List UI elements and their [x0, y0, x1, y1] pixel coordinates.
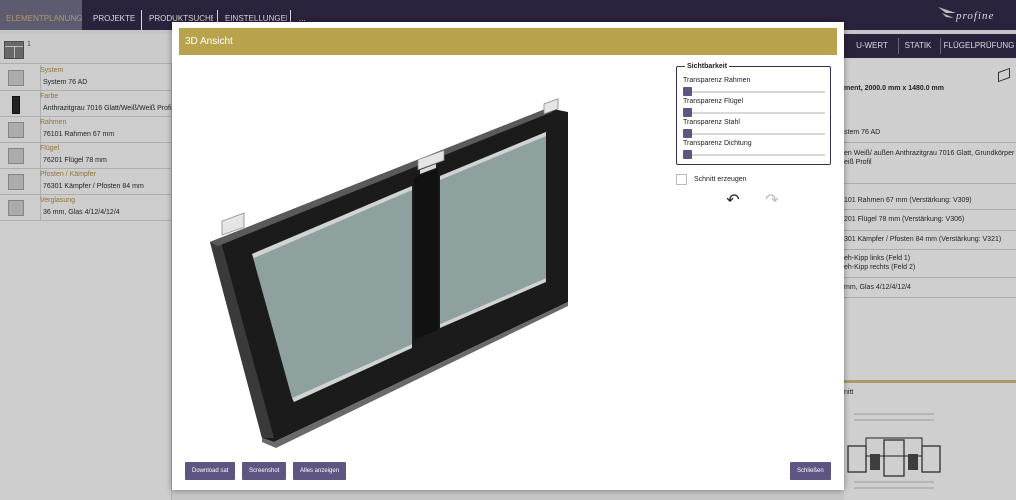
visibility-legend: Sichtbarkeit	[685, 63, 730, 70]
slider-track[interactable]	[683, 91, 825, 93]
close-button[interactable]: Schließen	[790, 462, 831, 480]
slider-handle[interactable]	[683, 108, 692, 117]
slider-track[interactable]	[683, 154, 825, 156]
slider-handle[interactable]	[683, 87, 692, 96]
slider-steel-transparency[interactable]: Transparenz Stahl	[683, 119, 825, 139]
3d-window-viewport[interactable]	[192, 82, 652, 462]
slider-sash-transparency[interactable]: Transparenz Flügel	[683, 98, 825, 118]
show-all-button[interactable]: Alles anzeigen	[293, 462, 347, 480]
slider-frame-transparency[interactable]: Transparenz Rahmen	[683, 77, 825, 97]
dialog-header: 3D Ansicht	[179, 28, 837, 55]
window-3d-model	[210, 98, 568, 448]
screenshot-button[interactable]: Screenshot	[242, 462, 287, 480]
visibility-fieldset: Sichtbarkeit Transparenz Rahmen Transpar…	[676, 63, 831, 165]
slider-label: Transparenz Rahmen	[683, 77, 751, 84]
slider-seal-transparency[interactable]: Transparenz Dichtung	[683, 140, 825, 160]
slider-label: Transparenz Flügel	[683, 98, 744, 105]
slider-handle[interactable]	[683, 129, 692, 138]
slider-label: Transparenz Dichtung	[683, 140, 752, 147]
3d-view-dialog: 3D Ansicht Sichtbarkeit Transparenz Rahm…	[172, 22, 844, 490]
section-cut-checkbox[interactable]	[676, 174, 687, 185]
download-sat-button[interactable]: Download sat	[185, 462, 236, 480]
redo-icon[interactable]: ↷	[763, 192, 781, 210]
slider-label: Transparenz Stahl	[683, 119, 740, 126]
slider-track[interactable]	[683, 112, 825, 114]
slider-track[interactable]	[683, 133, 825, 135]
undo-icon[interactable]: ↶	[724, 192, 742, 210]
slider-handle[interactable]	[683, 150, 692, 159]
section-cut-label: Schnitt erzeugen	[694, 176, 747, 183]
dialog-title: 3D Ansicht	[185, 36, 233, 47]
